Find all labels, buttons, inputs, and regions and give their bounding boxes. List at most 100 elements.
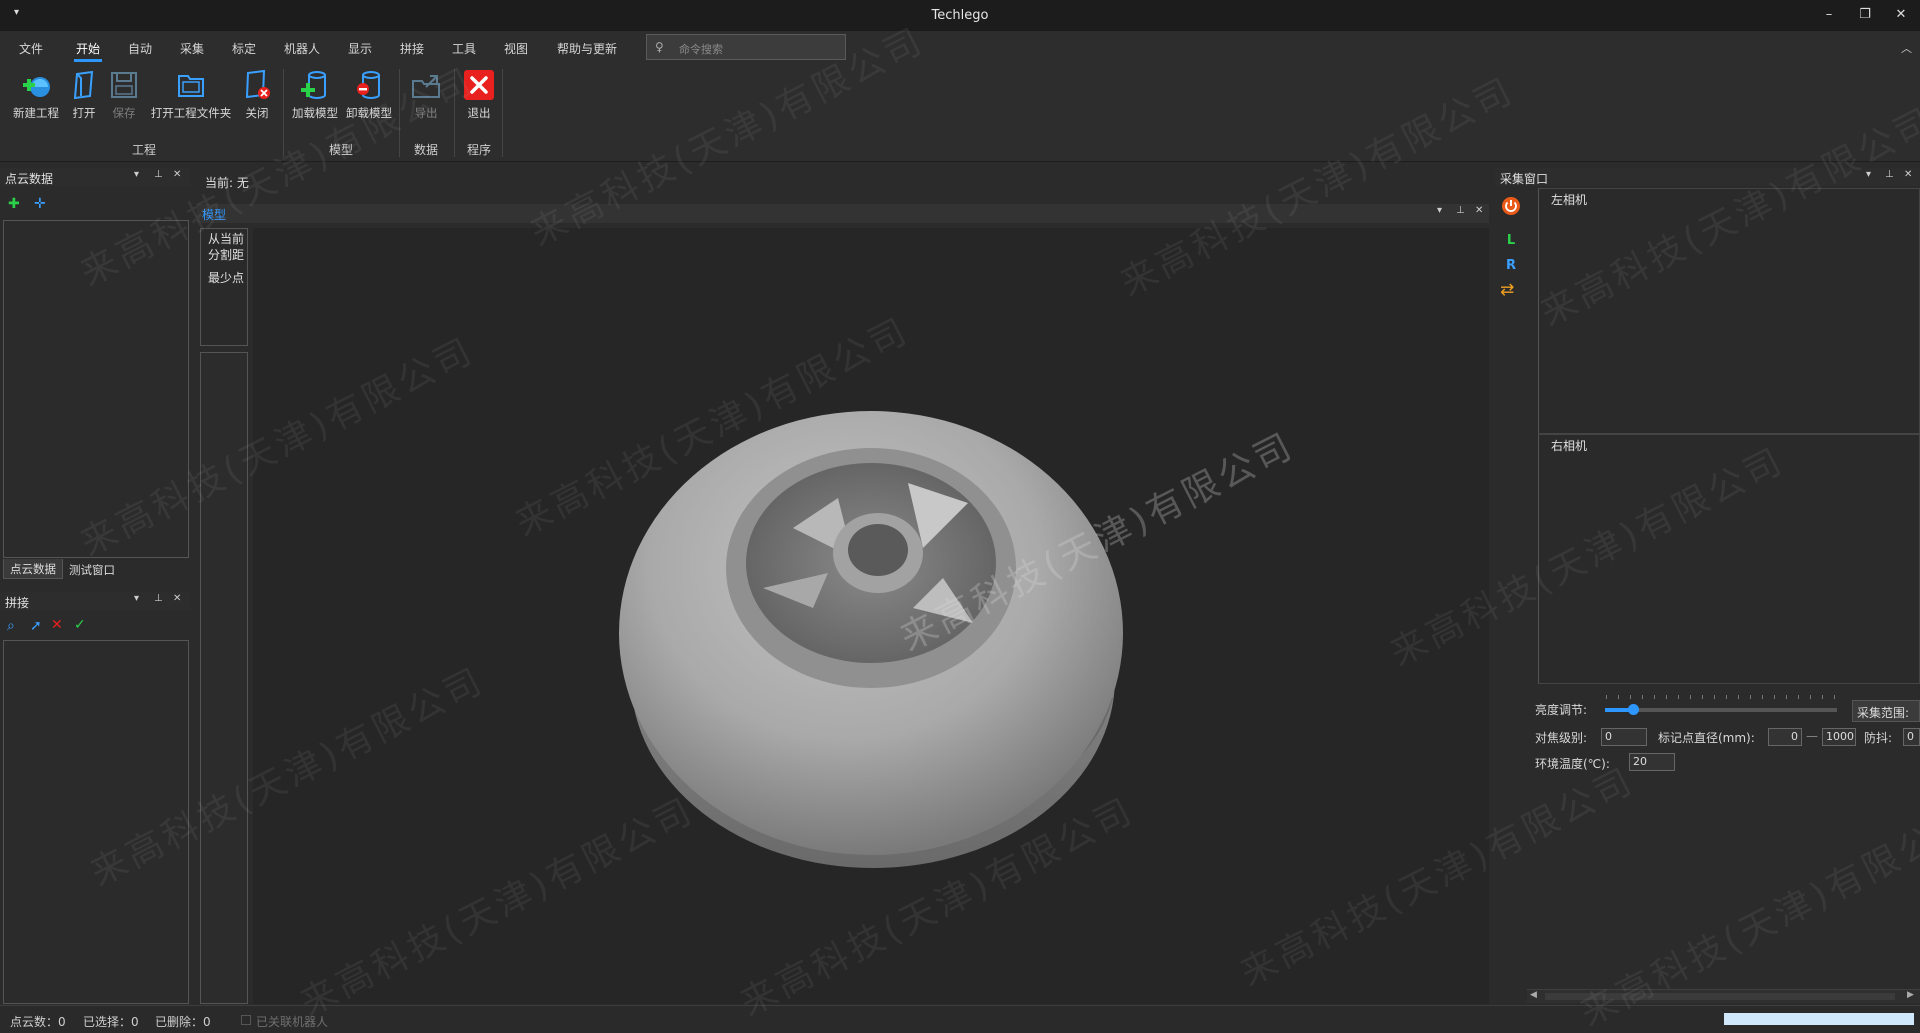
status-selected-count: 已选择：0 bbox=[83, 1015, 139, 1029]
right-camera-icon[interactable]: R bbox=[1501, 256, 1521, 276]
brightness-slider[interactable] bbox=[1605, 704, 1837, 715]
scroll-right-icon[interactable]: ▶ bbox=[1907, 990, 1914, 1000]
new-project-icon bbox=[23, 77, 50, 97]
panel-close-icon[interactable]: ✕ bbox=[1904, 169, 1912, 180]
exit-icon bbox=[464, 70, 494, 100]
add-pointcloud-icon[interactable]: ✚ bbox=[8, 196, 20, 212]
confirm-icon[interactable]: ✓ bbox=[74, 617, 86, 633]
stitch-list[interactable] bbox=[3, 640, 189, 1004]
ribbon-separator bbox=[399, 69, 400, 157]
panel-close-icon[interactable]: ✕ bbox=[1475, 205, 1483, 216]
menu-help-update[interactable]: 帮助与更新 bbox=[557, 40, 617, 57]
pin-icon[interactable]: ⊥ bbox=[154, 593, 163, 604]
move-axis-icon[interactable]: ✛ bbox=[34, 196, 46, 212]
status-bar: 点云数：0 已选择：0 已删除：0 已关联机器人 bbox=[0, 1005, 1920, 1033]
zoom-search-icon[interactable]: ⌕ bbox=[7, 618, 15, 634]
load-model-icon bbox=[301, 71, 326, 99]
pointer-icon[interactable]: ➚ bbox=[30, 618, 42, 634]
open-button[interactable]: 打开 bbox=[68, 69, 100, 121]
menu-capture[interactable]: 采集 bbox=[180, 40, 204, 57]
group-label-program: 程序 bbox=[467, 143, 492, 157]
panel-close-icon[interactable]: ✕ bbox=[173, 169, 181, 180]
export-button[interactable]: 导出 bbox=[410, 69, 442, 121]
restore-button[interactable]: ❐ bbox=[1848, 4, 1882, 26]
search-placeholder: 命令搜索 bbox=[679, 43, 723, 56]
exit-button[interactable]: 退出 bbox=[463, 69, 495, 121]
menu-robot[interactable]: 机器人 bbox=[284, 40, 320, 57]
group-label-model: 模型 bbox=[329, 143, 354, 157]
scroll-left-icon[interactable]: ◀ bbox=[1530, 990, 1537, 1000]
stitch-panel-title: 拼接 bbox=[5, 596, 30, 610]
group-label-project: 工程 bbox=[132, 143, 157, 157]
close-project-icon bbox=[245, 69, 270, 99]
save-icon bbox=[111, 72, 137, 98]
pin-icon[interactable]: ⊥ bbox=[154, 169, 163, 180]
menu-display[interactable]: 显示 bbox=[348, 40, 372, 57]
3d-viewport[interactable] bbox=[253, 228, 1489, 1004]
load-model-button[interactable]: 加载模型 bbox=[290, 69, 340, 121]
progress-bar bbox=[1724, 1013, 1914, 1025]
capture-hscrollbar[interactable]: ◀ ▶ bbox=[1527, 989, 1920, 1003]
left-camera-view: 左相机 bbox=[1538, 188, 1920, 434]
menu-calibrate[interactable]: 标定 bbox=[232, 40, 256, 57]
folder-icon bbox=[178, 75, 204, 97]
hub-bore bbox=[848, 524, 908, 576]
param-min-points: 最少点 bbox=[208, 271, 245, 285]
new-project-button[interactable]: 新建工程 bbox=[10, 69, 62, 121]
status-robot-label: 已关联机器人 bbox=[256, 1015, 329, 1029]
panel-menu-icon[interactable]: ▾ bbox=[134, 593, 139, 604]
tab-pointcloud[interactable]: 点云数据 bbox=[3, 559, 63, 579]
delete-icon[interactable]: ✕ bbox=[51, 617, 63, 633]
left-camera-label: 左相机 bbox=[1549, 191, 1590, 208]
marker-min-input[interactable]: 0 bbox=[1768, 728, 1802, 746]
save-button[interactable]: 保存 bbox=[108, 69, 140, 121]
panel-menu-icon[interactable]: ▾ bbox=[134, 169, 139, 180]
collapse-ribbon-icon[interactable]: ︿ bbox=[1901, 40, 1912, 56]
scrollbar-thumb[interactable] bbox=[1545, 993, 1895, 1000]
pin-icon[interactable]: ⊥ bbox=[1885, 169, 1894, 180]
close-project-button[interactable]: 关闭 bbox=[241, 69, 273, 121]
pointcloud-panel-title: 点云数据 bbox=[5, 172, 54, 186]
info-bar: 当前: 无 bbox=[197, 168, 1489, 194]
power-icon[interactable] bbox=[1501, 196, 1521, 216]
marker-max-input[interactable]: 1000 bbox=[1822, 728, 1856, 746]
marker-range-dash: — bbox=[1806, 729, 1818, 743]
robot-link-checkbox[interactable] bbox=[241, 1015, 251, 1025]
ribbon: 新建工程 打开 保存 打开工程文件夹 关闭 加载模型 卸载模型 导出 退出 工程… bbox=[0, 63, 1920, 162]
pin-icon[interactable]: ⊥ bbox=[1456, 205, 1465, 216]
status-point-count: 点云数：0 bbox=[10, 1015, 66, 1029]
panel-close-icon[interactable]: ✕ bbox=[173, 593, 181, 604]
anti-shake-label: 防抖: bbox=[1864, 731, 1893, 745]
title-bar: ▾ Techlego – ❐ ✕ bbox=[0, 0, 1920, 31]
brightness-thumb[interactable] bbox=[1627, 704, 1639, 715]
open-project-folder-button[interactable]: 打开工程文件夹 bbox=[148, 69, 234, 121]
side-strip bbox=[200, 352, 248, 1004]
pointcloud-list[interactable] bbox=[3, 220, 189, 558]
tab-test-window[interactable]: 测试窗口 bbox=[63, 560, 121, 580]
panel-menu-icon[interactable]: ▾ bbox=[1437, 205, 1442, 216]
left-camera-icon[interactable]: L bbox=[1501, 231, 1521, 251]
menu-tools[interactable]: 工具 bbox=[452, 40, 476, 57]
ribbon-separator bbox=[283, 69, 284, 157]
focus-level-input[interactable]: 0 bbox=[1601, 728, 1647, 746]
menu-file[interactable]: 文件 bbox=[19, 40, 43, 57]
status-deleted-count: 已删除：0 bbox=[155, 1015, 211, 1029]
model-tab[interactable]: 模型 bbox=[202, 206, 226, 223]
close-button[interactable]: ✕ bbox=[1884, 4, 1918, 26]
command-search-input[interactable]: ♀ 命令搜索 bbox=[646, 34, 846, 60]
minimize-button[interactable]: – bbox=[1812, 4, 1846, 26]
menu-start[interactable]: 开始 bbox=[73, 40, 103, 62]
menu-view[interactable]: 视图 bbox=[504, 40, 528, 57]
menu-auto[interactable]: 自动 bbox=[128, 40, 152, 57]
panel-menu-icon[interactable]: ▾ bbox=[1866, 169, 1871, 180]
capture-range-button[interactable]: 采集范围: bbox=[1852, 700, 1920, 722]
menu-bar: 文件 开始 自动 采集 标定 机器人 显示 拼接 工具 视图 帮助与更新 bbox=[0, 31, 1920, 63]
unload-model-button[interactable]: 卸载模型 bbox=[344, 69, 394, 121]
swap-icon[interactable]: ⇄ bbox=[1500, 280, 1514, 300]
ambient-temp-input[interactable]: 20 bbox=[1629, 753, 1675, 771]
menu-stitch[interactable]: 拼接 bbox=[400, 40, 424, 57]
anti-shake-input[interactable]: 0 bbox=[1903, 728, 1920, 746]
window-title: Techlego bbox=[931, 8, 989, 23]
open-icon bbox=[73, 70, 94, 100]
brightness-label: 亮度调节: bbox=[1535, 703, 1588, 717]
